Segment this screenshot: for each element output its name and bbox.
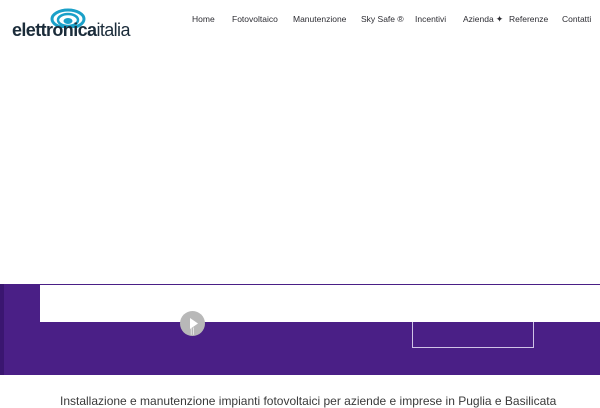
intro-text: Installazione e manutenzione impianti fo…	[60, 394, 557, 408]
main-nav: Home Fotovoltaico Manutenzione Sky Safe …	[0, 14, 600, 30]
nav-item-sky-safe[interactable]: Sky Safe ®	[361, 14, 404, 24]
hero-cta-button[interactable]	[412, 322, 534, 348]
plus-icon: ✦	[495, 14, 504, 24]
nav-item-contatti[interactable]: Contatti	[562, 14, 591, 24]
nav-item-azienda-label: Azienda	[463, 14, 494, 24]
video-player[interactable]	[40, 285, 600, 322]
nav-item-azienda[interactable]: Azienda ✦	[463, 14, 503, 25]
nav-item-manutenzione[interactable]: Manutenzione	[293, 14, 346, 24]
pause-icon: ||	[190, 327, 195, 335]
site-header: elettronicaitalia Home Fotovoltaico Manu…	[0, 0, 600, 44]
nav-item-fotovoltaico[interactable]: Fotovoltaico	[232, 14, 278, 24]
nav-item-referenze[interactable]: Referenze	[509, 14, 548, 24]
band-accent-strip	[0, 284, 4, 375]
nav-item-incentivi[interactable]: Incentivi	[415, 14, 446, 24]
nav-item-home[interactable]: Home	[192, 14, 215, 24]
